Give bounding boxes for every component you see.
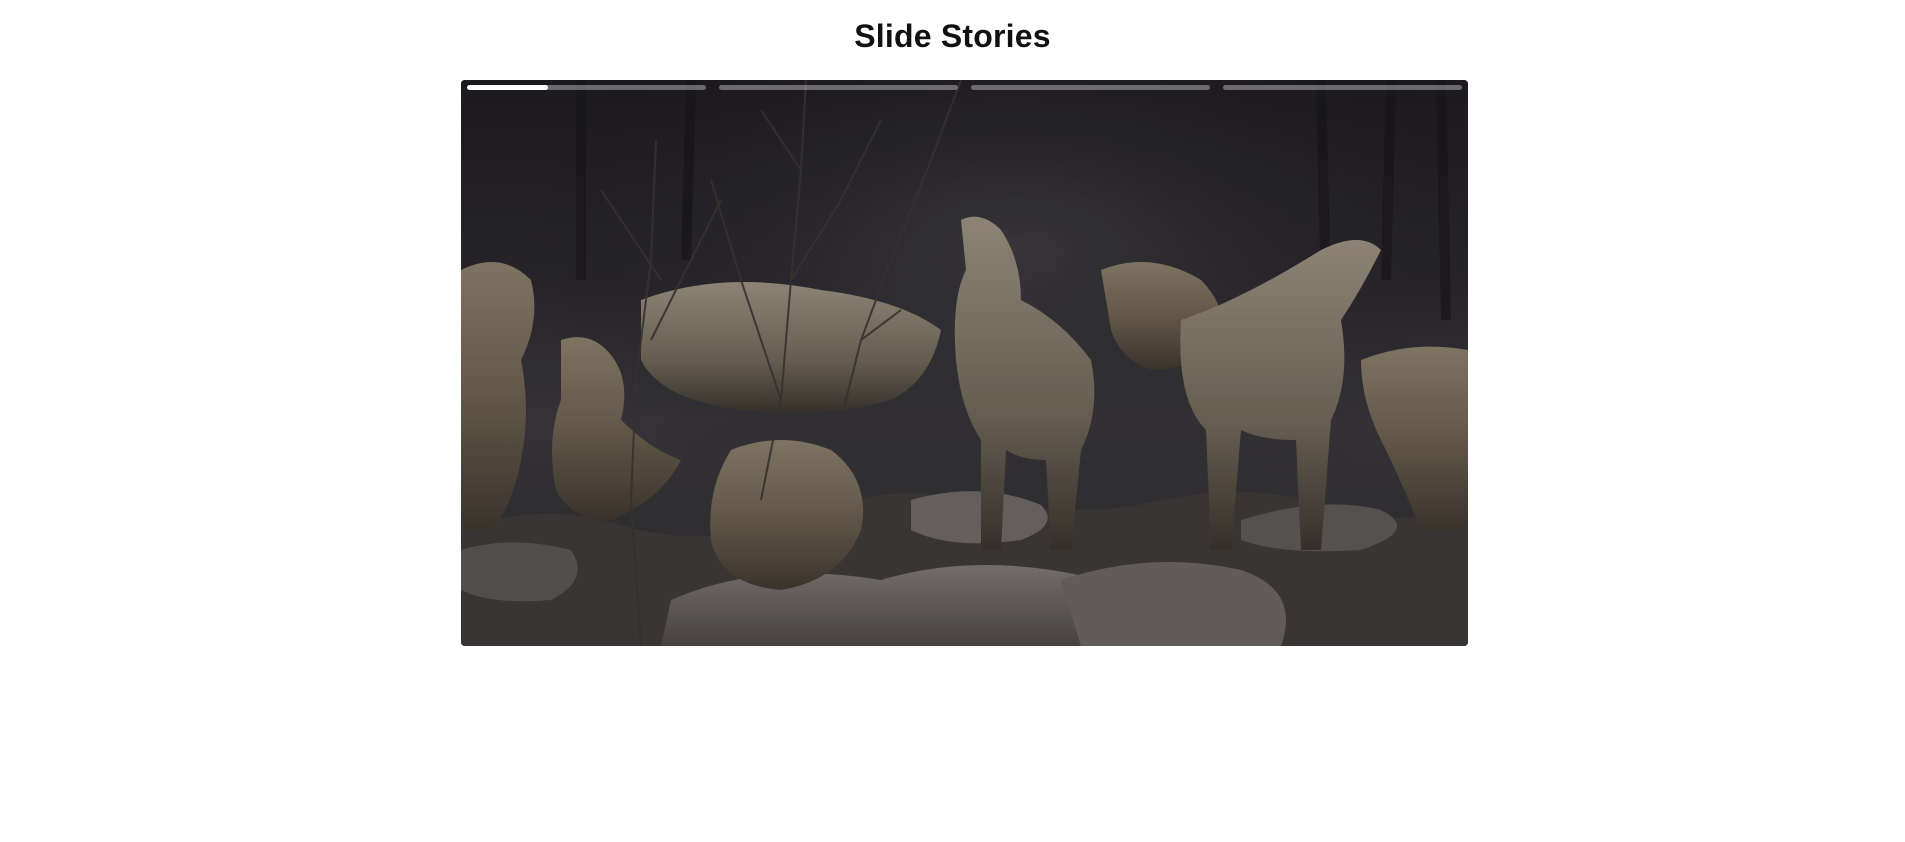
previous-slide-zone[interactable] bbox=[461, 94, 965, 646]
next-slide-zone[interactable] bbox=[965, 94, 1469, 646]
story-viewer[interactable] bbox=[461, 80, 1468, 646]
progress-bar-3[interactable] bbox=[971, 85, 1210, 90]
progress-bar-2[interactable] bbox=[719, 85, 958, 90]
page-title: Slide Stories bbox=[854, 18, 1051, 54]
page: Slide Stories bbox=[0, 0, 1905, 842]
progress-bar-4[interactable] bbox=[1223, 85, 1462, 90]
progress-bars bbox=[467, 85, 1462, 91]
progress-fill-1 bbox=[467, 85, 549, 90]
progress-bar-1[interactable] bbox=[467, 85, 706, 90]
